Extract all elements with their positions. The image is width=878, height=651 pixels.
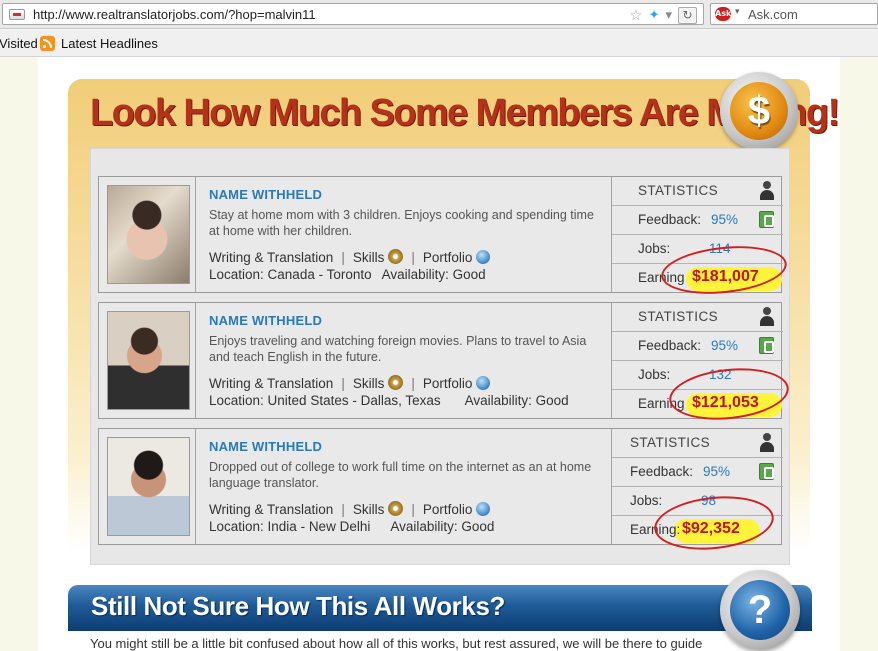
feedback-row: Feedback: 95%: [612, 458, 783, 487]
skills-link[interactable]: Skills: [353, 376, 385, 391]
member-location-row: Location: Canada - Toronto Availability: …: [209, 267, 486, 282]
statistics-header-row: STATISTICS: [612, 303, 783, 332]
member-location: Location: Canada - Toronto: [209, 267, 372, 282]
address-bar-url[interactable]: http://www.realtranslatorjobs.com/?hop=m…: [33, 7, 316, 22]
search-engine-dropdown-icon[interactable]: ▾: [735, 7, 740, 17]
bookmark-most-visited[interactable]: Visited: [0, 36, 38, 51]
member-category: Writing & Translation: [209, 376, 334, 391]
statistics-header: STATISTICS: [630, 435, 711, 450]
thumbs-up-icon: [759, 337, 774, 354]
member-info: NAME WITHHELD Stay at home mom with 3 ch…: [197, 177, 611, 292]
member-links: Writing & Translation | Skills | Portfolio: [209, 501, 491, 517]
feedback-label: Feedback:: [638, 212, 702, 227]
ask-engine-icon[interactable]: Ask: [715, 7, 731, 21]
member-availability: Availability: Good: [390, 519, 495, 534]
portfolio-link[interactable]: Portfolio: [423, 502, 473, 517]
member-availability: Availability: Good: [381, 267, 486, 282]
how-it-works-text: You might still be a little bit confused…: [90, 636, 703, 651]
feedback-value: 95%: [711, 212, 739, 227]
statistics-header-row: STATISTICS: [612, 429, 783, 458]
member-category: Writing & Translation: [209, 502, 334, 517]
jobs-label: Jobs:: [638, 241, 671, 256]
dollar-icon: $: [720, 72, 798, 150]
feedback-value: 95%: [711, 338, 739, 353]
feedback-label: Feedback:: [638, 338, 702, 353]
member-availability: Availability: Good: [464, 393, 569, 408]
bookmark-star-icon[interactable]: ☆: [629, 6, 642, 24]
feedback-value: 95%: [703, 464, 731, 479]
person-icon: [759, 181, 775, 201]
how-it-works-title: Still Not Sure How This All Works?: [91, 591, 505, 621]
member-info: NAME WITHHELD Enjoys traveling and watch…: [197, 303, 611, 418]
member-name: NAME WITHHELD: [209, 313, 323, 328]
skills-link[interactable]: Skills: [353, 502, 385, 517]
feedback-label: Feedback:: [630, 464, 694, 479]
search-engine-label[interactable]: Ask.com: [748, 7, 798, 22]
member-description: Stay at home mom with 3 children. Enjoys…: [209, 208, 594, 238]
dropdown-arrow-icon[interactable]: ▾: [665, 8, 672, 23]
member-photo-cell: [99, 303, 196, 418]
member-location-row: Location: India - New Delhi Availability:…: [209, 519, 494, 534]
portfolio-link[interactable]: Portfolio: [423, 250, 473, 265]
statistics-header-row: STATISTICS: [612, 177, 783, 206]
member-links: Writing & Translation | Skills | Portfolio: [209, 249, 491, 265]
member-name: NAME WITHHELD: [209, 439, 323, 454]
member-photo-cell: [99, 177, 196, 292]
skills-gear-icon[interactable]: [388, 249, 404, 264]
member-category: Writing & Translation: [209, 250, 334, 265]
twitter-icon[interactable]: ✦: [649, 8, 660, 23]
address-bar[interactable]: http://www.realtranslatorjobs.com/?hop=m…: [2, 3, 704, 25]
member-name: NAME WITHHELD: [209, 187, 323, 202]
feedback-row: Feedback: 95%: [612, 206, 783, 235]
member-info: NAME WITHHELD Dropped out of college to …: [197, 429, 611, 544]
portfolio-globe-icon[interactable]: [476, 250, 491, 264]
skills-gear-icon[interactable]: [388, 375, 404, 390]
feedback-row: Feedback: 95%: [612, 332, 783, 361]
person-icon: [759, 307, 775, 327]
bookmarks-toolbar: Visited Latest Headlines: [0, 30, 878, 57]
member-card: NAME WITHHELD Dropped out of college to …: [98, 428, 783, 556]
skills-link[interactable]: Skills: [353, 250, 385, 265]
rss-icon[interactable]: [40, 36, 55, 51]
member-description: Dropped out of college to work full time…: [209, 460, 592, 490]
search-box[interactable]: Ask ▾ Ask.com: [710, 3, 878, 25]
member-description: Enjoys traveling and watching foreign mo…: [209, 334, 587, 364]
portfolio-link[interactable]: Portfolio: [423, 376, 473, 391]
member-photo: [107, 185, 190, 284]
statistics-header: STATISTICS: [638, 309, 719, 324]
member-location: Location: India - New Delhi: [209, 519, 371, 534]
member-card: NAME WITHHELD Stay at home mom with 3 ch…: [98, 176, 790, 300]
member-photo: [107, 311, 190, 410]
thumbs-up-icon: [759, 463, 774, 480]
skills-gear-icon[interactable]: [388, 501, 404, 516]
browser-toolbar: http://www.realtranslatorjobs.com/?hop=m…: [0, 0, 878, 29]
member-photo: [107, 437, 190, 536]
thumbs-up-icon: [759, 211, 774, 228]
member-location: Location: United States - Dallas, Texas: [209, 393, 441, 408]
member-card: NAME WITHHELD Enjoys traveling and watch…: [98, 302, 792, 426]
member-links: Writing & Translation | Skills | Portfolio: [209, 375, 491, 391]
address-bar-icons: ☆ ✦ ▾ ↻: [629, 6, 697, 24]
person-icon: [759, 433, 775, 453]
member-photo-cell: [99, 429, 196, 544]
jobs-label: Jobs:: [630, 493, 663, 508]
reload-icon[interactable]: ↻: [678, 6, 697, 24]
portfolio-globe-icon[interactable]: [476, 502, 491, 516]
portfolio-globe-icon[interactable]: [476, 376, 491, 390]
jobs-label: Jobs:: [638, 367, 671, 382]
member-location-row: Location: United States - Dallas, Texas A…: [209, 393, 569, 408]
statistics-header: STATISTICS: [638, 183, 719, 198]
bookmark-latest-headlines[interactable]: Latest Headlines: [61, 36, 158, 51]
page-favicon-icon: [9, 9, 25, 20]
